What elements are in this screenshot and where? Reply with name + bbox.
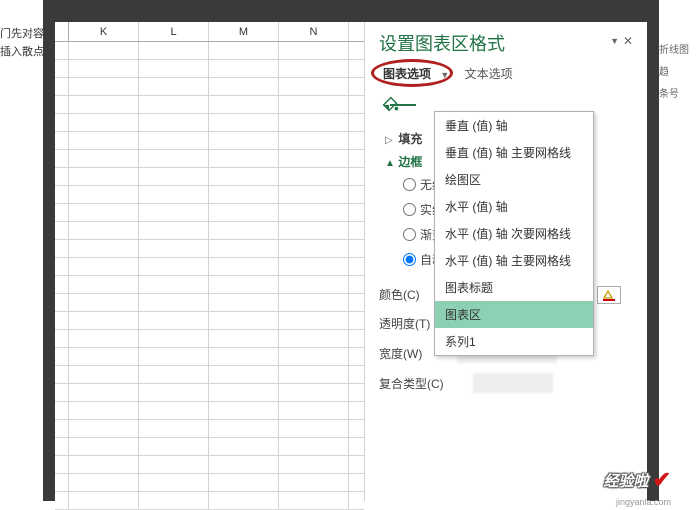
table-row[interactable] xyxy=(55,330,364,348)
watermark-text: 经验啦 xyxy=(604,470,649,491)
dropdown-item[interactable]: 绘图区 xyxy=(435,166,593,193)
table-row[interactable] xyxy=(55,438,364,456)
dropdown-item[interactable]: 垂直 (值) 轴 xyxy=(435,112,593,139)
table-row[interactable] xyxy=(55,294,364,312)
trunc-text-2: 插入散点 xyxy=(0,43,43,61)
column-header-l[interactable]: L xyxy=(139,22,209,41)
text-options-button[interactable]: 文本选项 xyxy=(465,67,513,81)
task-pane-dropdown-icon[interactable]: ▼ xyxy=(610,36,619,46)
table-row[interactable] xyxy=(55,150,364,168)
table-row[interactable] xyxy=(55,222,364,240)
table-row[interactable] xyxy=(55,474,364,492)
table-row[interactable] xyxy=(55,114,364,132)
watermark: 经验啦 ✔ xyxy=(604,467,671,493)
dropdown-item[interactable]: 图表标题 xyxy=(435,274,593,301)
table-row[interactable] xyxy=(55,240,364,258)
dropdown-item[interactable]: 水平 (值) 轴 次要网格线 xyxy=(435,220,593,247)
compound-type-picker[interactable] xyxy=(473,373,553,393)
table-row[interactable] xyxy=(55,384,364,402)
table-row[interactable] xyxy=(55,78,364,96)
table-row[interactable] xyxy=(55,492,364,510)
watermark-check-icon: ✔ xyxy=(653,467,671,493)
table-row[interactable] xyxy=(55,42,364,60)
dropdown-item[interactable]: 水平 (值) 轴 主要网格线 xyxy=(435,247,593,274)
table-row[interactable] xyxy=(55,132,364,150)
table-row[interactable] xyxy=(55,312,364,330)
table-row[interactable] xyxy=(55,420,364,438)
table-row[interactable] xyxy=(55,96,364,114)
chevron-down-icon[interactable]: ▼ xyxy=(440,70,449,80)
table-row[interactable] xyxy=(55,348,364,366)
spreadsheet-grid[interactable]: K L M N xyxy=(55,22,365,501)
dropdown-item[interactable]: 水平 (值) 轴 xyxy=(435,193,593,220)
chart-element-dropdown: 垂直 (值) 轴垂直 (值) 轴 主要网格线绘图区水平 (值) 轴水平 (值) … xyxy=(434,111,594,356)
color-picker-button[interactable] xyxy=(597,286,621,304)
compound-type-label: 复合类型(C) xyxy=(379,375,467,392)
table-row[interactable] xyxy=(55,402,364,420)
table-row[interactable] xyxy=(55,168,364,186)
table-row[interactable] xyxy=(55,258,364,276)
close-icon[interactable]: ✕ xyxy=(623,34,633,48)
table-row[interactable] xyxy=(55,204,364,222)
watermark-url: jingyanla.com xyxy=(616,497,671,507)
column-header-k[interactable]: K xyxy=(69,22,139,41)
table-row[interactable] xyxy=(55,60,364,78)
right-truncated-text: 折线图 趋 条号 xyxy=(659,30,699,501)
left-truncated-text: 门先对容 插入散点 xyxy=(0,15,43,501)
format-chart-area-pane: ▼ ✕ 设置图表区格式 图表选项 ▼ 文本选项 ▷ 填充 ▲ 边框 xyxy=(365,22,647,501)
trunc-text-1: 门先对容 xyxy=(0,25,43,43)
dropdown-item[interactable]: 系列1 xyxy=(435,328,593,355)
dropdown-item[interactable]: 图表区 xyxy=(435,301,593,328)
table-row[interactable] xyxy=(55,456,364,474)
table-row[interactable] xyxy=(55,186,364,204)
triangle-down-icon: ▲ xyxy=(385,158,395,169)
column-header-n[interactable]: N xyxy=(279,22,349,41)
table-row[interactable] xyxy=(55,276,364,294)
chart-options-button[interactable]: 图表选项 xyxy=(379,64,435,83)
triangle-right-icon: ▷ xyxy=(385,135,395,146)
column-header-m[interactable]: M xyxy=(209,22,279,41)
pane-title: 设置图表区格式 xyxy=(379,30,637,56)
table-row[interactable] xyxy=(55,366,364,384)
dropdown-item[interactable]: 垂直 (值) 轴 主要网格线 xyxy=(435,139,593,166)
